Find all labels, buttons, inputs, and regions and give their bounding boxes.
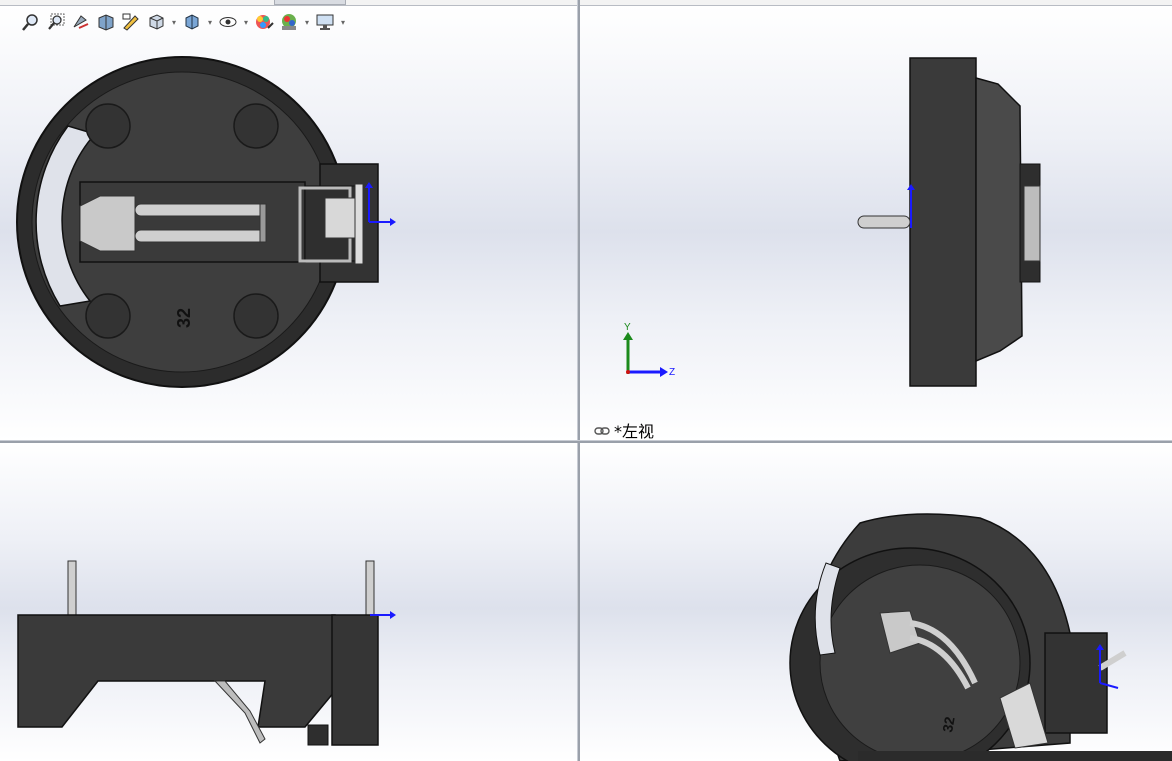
document-tab[interactable]: [274, 0, 346, 5]
chevron-down-icon[interactable]: ▾: [303, 18, 311, 27]
view-name-label: *左视: [594, 418, 654, 440]
hide-show-items-icon[interactable]: [217, 11, 239, 33]
chevron-down-icon[interactable]: ▾: [170, 18, 178, 27]
viewport-front[interactable]: 32: [0, 6, 577, 440]
chevron-down-icon[interactable]: ▾: [206, 18, 214, 27]
status-strip: [858, 751, 1172, 761]
viewport-top[interactable]: [0, 443, 577, 761]
heads-up-view-toolbar: ▾ ▾ ▾ ▾ ▾: [20, 10, 347, 34]
chevron-down-icon[interactable]: ▾: [242, 18, 250, 27]
triad-z-label: Z: [669, 367, 675, 378]
part-side-view: Y Z: [623, 57, 1041, 387]
zoom-to-area-icon[interactable]: [45, 11, 67, 33]
chevron-down-icon[interactable]: ▾: [339, 18, 347, 27]
display-style-icon[interactable]: [181, 11, 203, 33]
triad-y-label: Y: [624, 322, 631, 333]
section-view-icon[interactable]: [95, 11, 117, 33]
apply-scene-icon[interactable]: [278, 11, 300, 33]
vertical-splitter[interactable]: [577, 0, 580, 761]
dynamic-annotation-icon[interactable]: [120, 11, 142, 33]
viewport-left[interactable]: Y Z *左视: [580, 6, 1172, 440]
edit-appearance-icon[interactable]: [253, 11, 275, 33]
engraving-label-iso: 32: [939, 715, 957, 733]
horizontal-splitter[interactable]: [0, 440, 1172, 443]
previous-view-icon[interactable]: [70, 11, 92, 33]
zoom-to-fit-icon[interactable]: [20, 11, 42, 33]
viewport-isometric[interactable]: 32: [580, 443, 1172, 761]
part-front-view: 32: [16, 56, 396, 388]
link-icon: [594, 421, 610, 440]
view-name-text: *左视: [614, 422, 655, 440]
engraving-label: 32: [174, 308, 194, 328]
view-orientation-icon[interactable]: [145, 11, 167, 33]
view-settings-icon[interactable]: [314, 11, 336, 33]
part-top-view: [17, 560, 396, 746]
part-isometric-view: 32: [789, 513, 1127, 761]
